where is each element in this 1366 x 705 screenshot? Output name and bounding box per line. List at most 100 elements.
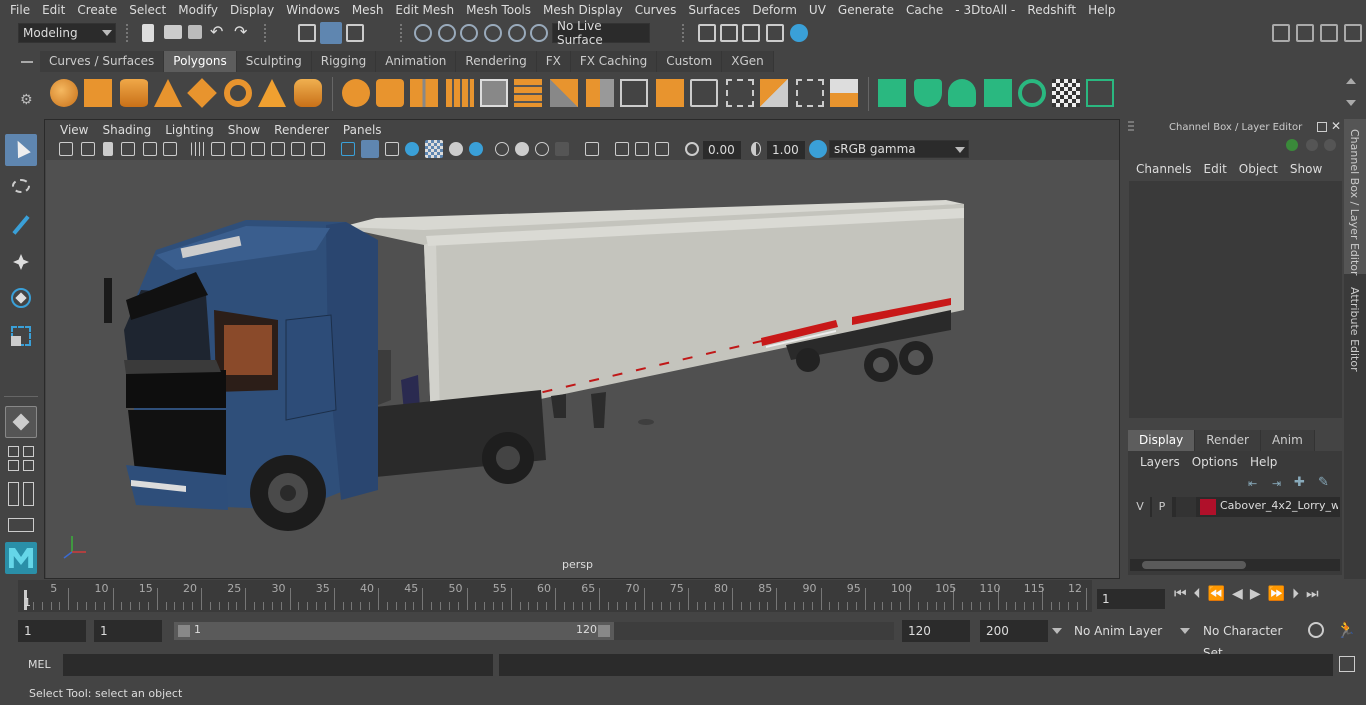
layout-four-view-icon[interactable] xyxy=(5,446,37,472)
open-scene-icon[interactable] xyxy=(164,25,182,39)
step-back-icon[interactable]: ⏴ xyxy=(1194,586,1208,602)
shadows-icon[interactable] xyxy=(449,142,463,156)
merge-icon[interactable] xyxy=(760,79,788,107)
range-slider[interactable]: 1 120 xyxy=(174,622,614,640)
step-back-key-icon[interactable]: ⏪ xyxy=(1208,586,1232,602)
shelf-tab-sculpting[interactable]: Sculpting xyxy=(236,51,312,72)
xray-icon[interactable] xyxy=(585,142,599,156)
render-frame-icon[interactable] xyxy=(720,24,738,42)
image-plane-icon[interactable] xyxy=(121,142,135,156)
menu-mesh[interactable]: Mesh xyxy=(346,3,390,17)
channel-menu-channels[interactable]: Channels xyxy=(1130,162,1198,176)
layer-color-swatch[interactable] xyxy=(1200,499,1216,515)
layer-display-type-toggle[interactable] xyxy=(1176,497,1196,517)
menu-help[interactable]: Help xyxy=(1082,3,1121,17)
menu-windows[interactable]: Windows xyxy=(280,3,346,17)
viewport-menu-panels[interactable]: Panels xyxy=(336,123,389,137)
multi-cut-icon[interactable] xyxy=(550,79,578,107)
undo-icon[interactable]: ↶ xyxy=(210,22,223,41)
shelf-tab-rendering[interactable]: Rendering xyxy=(456,51,537,72)
redo-icon[interactable]: ↷ xyxy=(234,22,247,41)
shelf-menu-icon[interactable] xyxy=(18,52,36,72)
snap-point-icon[interactable] xyxy=(460,24,478,42)
layer-playback-toggle[interactable]: P xyxy=(1152,497,1172,517)
motion-blur-icon[interactable] xyxy=(495,142,509,156)
menu-generate[interactable]: Generate xyxy=(832,3,900,17)
shelf-tab-rigging[interactable]: Rigging xyxy=(311,51,377,72)
uv-spherical-icon[interactable] xyxy=(948,79,976,107)
panel-grip-icon[interactable] xyxy=(1128,121,1134,133)
shelf-tab-animation[interactable]: Animation xyxy=(376,51,457,72)
append-polygon-icon[interactable] xyxy=(726,79,754,107)
menu-file[interactable]: File xyxy=(4,3,36,17)
layout-side-by-side-icon[interactable] xyxy=(5,482,37,508)
layout-outliner-icon[interactable] xyxy=(5,516,37,534)
shelf-scroll-down-icon[interactable] xyxy=(1346,100,1356,106)
layer-menu-options[interactable]: Options xyxy=(1186,455,1244,469)
paint-select-tool-icon[interactable] xyxy=(5,210,37,242)
layer-menu-layers[interactable]: Layers xyxy=(1134,455,1186,469)
gamma-icon[interactable] xyxy=(751,142,761,156)
channel-menu-edit[interactable]: Edit xyxy=(1198,162,1233,176)
screen-space-ao-icon[interactable] xyxy=(469,142,483,156)
snap-grid-icon[interactable] xyxy=(414,24,432,42)
menu-cache[interactable]: Cache xyxy=(900,3,949,17)
poly-cube-icon[interactable] xyxy=(84,79,112,107)
move-layer-down-icon[interactable]: ⇥ xyxy=(1272,477,1281,490)
smooth-icon[interactable] xyxy=(446,79,474,107)
menu-mesh-tools[interactable]: Mesh Tools xyxy=(460,3,537,17)
wireframe-on-shaded-icon[interactable] xyxy=(385,142,399,156)
poly-plane-icon[interactable] xyxy=(187,78,217,108)
play-backward-icon[interactable]: ◀ xyxy=(1232,586,1250,602)
close-icon[interactable]: ✕ xyxy=(1331,119,1341,133)
snap-view-icon[interactable] xyxy=(484,24,502,42)
menu-display[interactable]: Display xyxy=(224,3,280,17)
poly-pyramid-icon[interactable] xyxy=(258,79,286,107)
range-end-handle[interactable] xyxy=(598,625,610,637)
step-forward-key-icon[interactable]: ⏩ xyxy=(1268,586,1292,602)
channel-menu-object[interactable]: Object xyxy=(1233,162,1284,176)
layer-menu-help[interactable]: Help xyxy=(1244,455,1283,469)
character-set-field[interactable]: No Character Set xyxy=(1197,620,1297,660)
ipr-render-icon[interactable] xyxy=(742,24,760,42)
remesh-icon[interactable] xyxy=(514,79,542,107)
grid-icon[interactable] xyxy=(191,142,205,156)
shelf-tab-xgen[interactable]: XGen xyxy=(722,51,774,72)
layer-tab-render[interactable]: Render xyxy=(1195,430,1261,451)
select-tool-icon[interactable] xyxy=(5,134,37,166)
go-to-end-icon[interactable]: ⏭ xyxy=(1306,586,1326,602)
poly-torus-icon[interactable] xyxy=(224,79,252,107)
move-tool-icon[interactable] xyxy=(5,246,37,278)
render-settings-icon[interactable] xyxy=(766,24,784,42)
color-space-dropdown[interactable]: sRGB gamma xyxy=(829,140,969,158)
step-forward-icon[interactable]: ⏵ xyxy=(1292,586,1306,602)
command-lang-label[interactable]: MEL xyxy=(28,658,51,671)
auto-key-icon[interactable] xyxy=(1308,622,1324,638)
reduce-icon[interactable] xyxy=(480,79,508,107)
textured-icon[interactable] xyxy=(405,142,419,156)
poly-pipe-icon[interactable] xyxy=(294,79,322,107)
menu-modify[interactable]: Modify xyxy=(172,3,224,17)
select-by-object-icon[interactable] xyxy=(320,22,342,44)
new-layer-selected-icon[interactable]: ✎ xyxy=(1318,475,1329,490)
shelf-tab-fx[interactable]: FX xyxy=(536,51,571,72)
mode-dropdown[interactable]: Modeling xyxy=(18,23,116,43)
chevron-down-icon[interactable] xyxy=(1180,628,1190,634)
range-start-handle[interactable] xyxy=(178,625,190,637)
save-scene-icon[interactable] xyxy=(188,25,202,39)
shelf-tab-curves-surfaces[interactable]: Curves / Surfaces xyxy=(40,51,165,72)
channel-list[interactable] xyxy=(1129,181,1342,418)
shelf-tab-fx-caching[interactable]: FX Caching xyxy=(570,51,658,72)
new-layer-icon[interactable]: ✚ xyxy=(1294,475,1305,490)
viewport-menu-lighting[interactable]: Lighting xyxy=(158,123,221,137)
layer-tab-anim[interactable]: Anim xyxy=(1260,430,1315,451)
bevel-icon[interactable] xyxy=(656,79,684,107)
snap-live-icon[interactable] xyxy=(530,24,548,42)
separate-icon[interactable] xyxy=(376,79,404,107)
channel-menu-show[interactable]: Show xyxy=(1284,162,1328,176)
end-time-field[interactable]: 200 xyxy=(980,620,1048,642)
tab-channel-box[interactable]: Channel Box / Layer Editor xyxy=(1344,119,1366,276)
viewport-menu-shading[interactable]: Shading xyxy=(95,123,158,137)
frame-all-icon[interactable] xyxy=(655,142,669,156)
menu-deform[interactable]: Deform xyxy=(746,3,803,17)
